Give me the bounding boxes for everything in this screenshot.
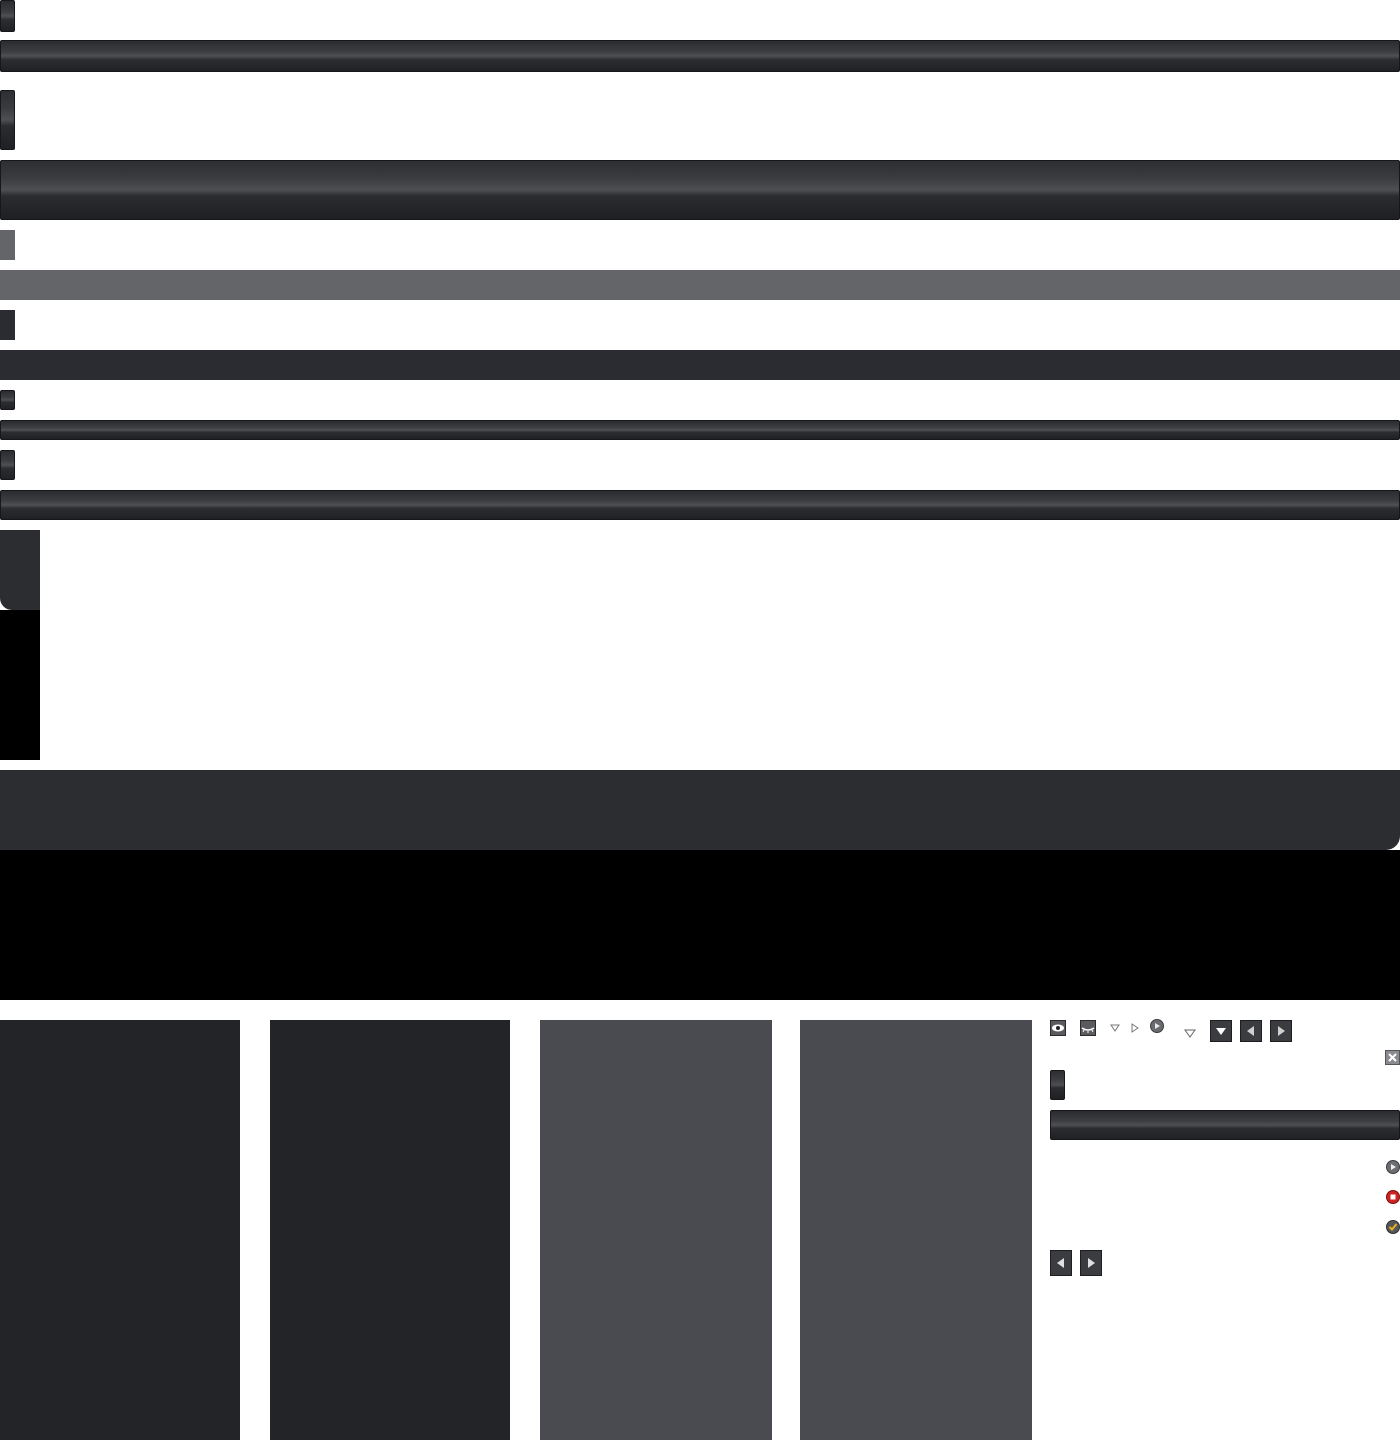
small-triangle-down-icon[interactable] (1184, 1025, 1196, 1038)
panel-3 (540, 1020, 772, 1440)
rounded-tab-large (0, 770, 1400, 850)
close-icon[interactable] (1385, 1050, 1400, 1065)
play-circle-icon[interactable] (1150, 1019, 1164, 1033)
small-button-4[interactable] (0, 310, 15, 340)
small-button-1[interactable] (0, 0, 15, 32)
triangle-down-icon[interactable] (1110, 1020, 1120, 1032)
panel-1 (0, 1020, 240, 1440)
small-button-3[interactable] (0, 230, 15, 260)
glossy-bar-right[interactable] (1050, 1110, 1400, 1140)
glossy-bar-6[interactable] (0, 490, 1400, 520)
small-button-6[interactable] (0, 450, 15, 480)
glossy-bar-1[interactable] (0, 40, 1400, 72)
small-button-5[interactable] (0, 390, 15, 410)
black-block-large (0, 850, 1400, 1000)
black-block-small (0, 610, 40, 760)
next-page-button[interactable] (1080, 1250, 1102, 1276)
arrow-left-button-icon[interactable] (1240, 1020, 1262, 1042)
check-status-icon (1386, 1220, 1400, 1234)
flat-bar-4[interactable] (0, 350, 1400, 380)
stop-status-icon (1386, 1190, 1400, 1204)
play-status-icon (1386, 1160, 1400, 1174)
prev-page-button[interactable] (1050, 1250, 1072, 1276)
flat-bar-3[interactable] (0, 270, 1400, 300)
triangle-right-icon[interactable] (1130, 1020, 1140, 1033)
small-button-right[interactable] (1050, 1070, 1065, 1100)
glossy-bar-2[interactable] (0, 160, 1400, 220)
panel-4 (800, 1020, 1032, 1440)
glossy-bar-5[interactable] (0, 420, 1400, 440)
rounded-tab-small (0, 530, 40, 610)
small-button-2[interactable] (0, 90, 15, 150)
dropdown-arrow-button-icon[interactable] (1210, 1020, 1232, 1042)
panel-2 (270, 1020, 510, 1440)
eye-closed-icon[interactable] (1080, 1020, 1096, 1036)
arrow-right-button-icon[interactable] (1270, 1020, 1292, 1042)
eye-icon[interactable] (1050, 1020, 1066, 1036)
